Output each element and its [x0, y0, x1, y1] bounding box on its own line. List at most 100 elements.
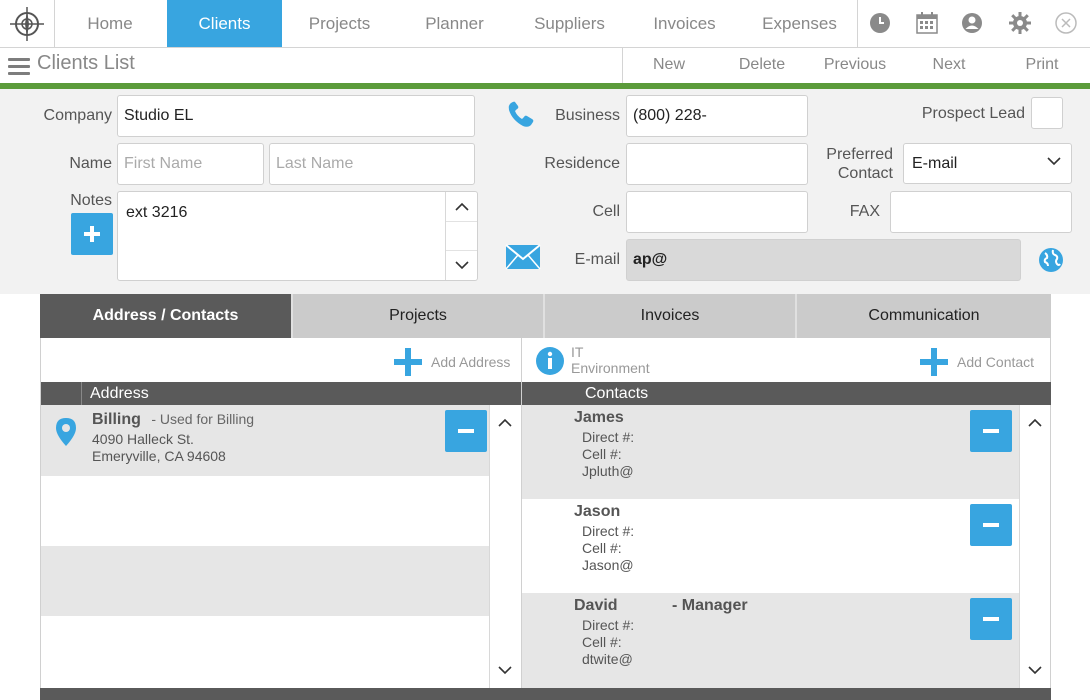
add-contact-plus-icon[interactable] [920, 348, 948, 381]
email-label: E-mail [574, 251, 620, 268]
user-icon[interactable] [960, 11, 984, 35]
cell-label: Cell [592, 203, 620, 220]
nav-tab-planner[interactable]: Planner [397, 0, 512, 47]
remove-address-button[interactable] [445, 410, 487, 452]
panel-footer-bar [40, 688, 1051, 700]
previous-button[interactable]: Previous [818, 56, 892, 74]
address-contacts-panel: Add Address IT Environment Add Contact A… [40, 338, 1051, 700]
scroll-up-icon[interactable] [446, 192, 477, 222]
contact-email: Jpluth@ [582, 463, 634, 479]
contact-row[interactable]: James Direct #: Cell #: Jpluth@ [522, 405, 1019, 499]
logo-compass-icon[interactable] [0, 0, 55, 47]
address-line1: 4090 Halleck St. [92, 431, 194, 447]
address-row-empty [41, 546, 489, 616]
scroll-down-icon[interactable] [1020, 655, 1050, 685]
contact-email: dtwite@ [582, 651, 633, 667]
email-envelope-icon[interactable] [505, 244, 541, 275]
cell-phone-field[interactable] [626, 191, 808, 233]
contact-name: David [574, 597, 618, 614]
preferred-label-line2: Contact [837, 165, 893, 182]
detail-tabs: Address / Contacts Projects Invoices Com… [40, 294, 1051, 338]
add-address-plus-icon[interactable] [394, 348, 422, 381]
notes-textarea[interactable]: ext 3216 [117, 191, 478, 281]
next-button[interactable]: Next [924, 56, 974, 74]
contact-direct: Direct #: [582, 429, 635, 445]
remove-contact-button[interactable] [970, 410, 1012, 452]
action-divider [622, 48, 623, 83]
add-address-button[interactable]: Add Address [431, 354, 510, 370]
residence-label: Residence [544, 155, 620, 172]
name-label: Name [69, 155, 112, 172]
contact-email: Jason@ [582, 557, 634, 573]
notes-text: ext 3216 [126, 204, 188, 221]
prospect-lead-checkbox[interactable] [1031, 97, 1063, 129]
sub-header: Clients List New Delete Previous Next Pr… [0, 48, 1090, 83]
calendar-icon[interactable] [915, 11, 939, 35]
fax-field[interactable] [890, 191, 1072, 233]
chevron-down-icon [1047, 157, 1061, 166]
first-name-field[interactable]: First Name [117, 143, 264, 185]
nav-divider [857, 0, 858, 47]
phone-icon [507, 101, 537, 134]
globe-icon[interactable] [1038, 247, 1064, 278]
contact-name: Jason [574, 503, 621, 520]
nav-tab-home[interactable]: Home [56, 0, 164, 47]
menu-icon[interactable] [8, 58, 30, 76]
last-name-field[interactable]: Last Name [269, 143, 475, 185]
client-form: Company Studio EL Name First Name Last N… [0, 89, 1090, 294]
fax-label: FAX [849, 203, 880, 220]
tab-communication[interactable]: Communication [797, 294, 1051, 338]
address-scrollbar[interactable] [489, 405, 520, 688]
preferred-contact-select[interactable]: E-mail [903, 143, 1072, 184]
plus-icon [84, 226, 100, 242]
print-button[interactable]: Print [1018, 56, 1066, 74]
contact-cell: Cell #: [582, 634, 622, 650]
address-row-empty [41, 476, 489, 546]
scroll-up-icon[interactable] [1020, 407, 1050, 437]
contacts-header: Contacts [522, 382, 1051, 405]
nav-tab-invoices[interactable]: Invoices [627, 0, 742, 47]
remove-contact-button[interactable] [970, 598, 1012, 640]
remove-contact-button[interactable] [970, 504, 1012, 546]
tab-address-contacts[interactable]: Address / Contacts [40, 294, 293, 338]
contact-name: James [574, 409, 624, 426]
nav-tab-suppliers[interactable]: Suppliers [512, 0, 627, 47]
clock-icon[interactable] [868, 11, 892, 35]
new-button[interactable]: New [640, 56, 698, 74]
prospect-lead-label: Prospect Lead [921, 105, 1025, 122]
address-line2: Emeryville, CA 94608 [92, 448, 226, 464]
scroll-up-icon[interactable] [490, 407, 520, 437]
scroll-down-icon[interactable] [490, 655, 520, 685]
email-field[interactable]: ap@ [626, 239, 1021, 281]
notes-label: Notes [70, 192, 112, 209]
contact-row[interactable]: Jason Direct #: Cell #: Jason@ [522, 499, 1019, 593]
notes-scrollbar[interactable] [445, 192, 477, 280]
address-row[interactable]: Billing - Used for Billing 4090 Halleck … [41, 405, 489, 476]
it-environment-button[interactable]: IT Environment [571, 344, 650, 376]
preferred-contact-value: E-mail [912, 154, 958, 172]
preferred-contact-label: Preferred Contact [800, 145, 893, 183]
address-header: Address [41, 382, 521, 405]
contact-row[interactable]: David - Manager Direct #: Cell #: dtwite… [522, 593, 1019, 688]
residence-phone-field[interactable] [626, 143, 808, 185]
gear-icon[interactable] [1008, 11, 1032, 35]
address-subtitle: - Used for Billing [151, 411, 255, 427]
page-title: Clients List [37, 52, 135, 74]
address-title: Billing [92, 411, 141, 428]
nav-tab-clients[interactable]: Clients [167, 0, 282, 47]
close-icon[interactable] [1054, 11, 1078, 35]
tab-projects[interactable]: Projects [293, 294, 545, 338]
contacts-scrollbar[interactable] [1019, 405, 1050, 688]
nav-tab-expenses[interactable]: Expenses [742, 0, 857, 47]
nav-tab-projects[interactable]: Projects [282, 0, 397, 47]
contact-cell: Cell #: [582, 446, 622, 462]
info-icon[interactable] [535, 346, 565, 381]
business-phone-field[interactable]: (800) 228- [626, 95, 808, 137]
company-field[interactable]: Studio EL [117, 95, 475, 137]
scroll-down-icon[interactable] [446, 250, 477, 280]
add-contact-button[interactable]: Add Contact [957, 354, 1034, 370]
delete-button[interactable]: Delete [730, 56, 794, 74]
add-note-button[interactable] [71, 213, 113, 255]
contacts-header-label: Contacts [585, 384, 649, 402]
tab-invoices[interactable]: Invoices [545, 294, 797, 338]
